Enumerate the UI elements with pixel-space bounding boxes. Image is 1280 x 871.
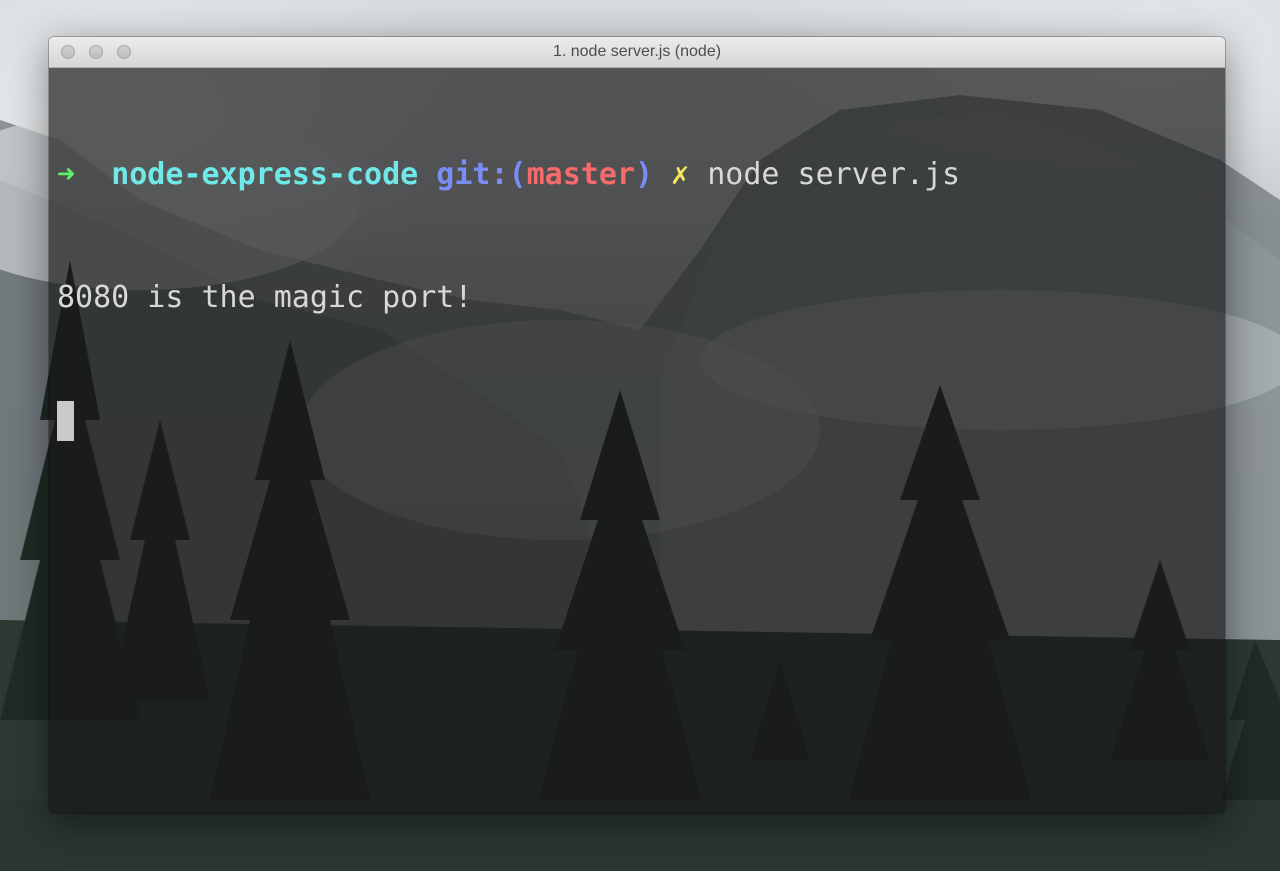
prompt-arrow-icon: ➜ — [57, 157, 76, 192]
prompt-git-branch: master — [526, 157, 635, 192]
terminal-window[interactable]: 1. node server.js (node) ➜ node-express-… — [49, 37, 1225, 813]
window-titlebar[interactable]: 1. node server.js (node) — [49, 37, 1225, 68]
window-title: 1. node server.js (node) — [552, 43, 722, 60]
prompt-directory: node-express-code — [111, 157, 419, 192]
terminal-content[interactable]: ➜ node-express-code git:(master) ✗ node … — [49, 68, 1225, 813]
terminal-cursor — [57, 401, 74, 441]
cursor-line[interactable] — [57, 400, 1225, 441]
prompt-line: ➜ node-express-code git:(master) ✗ node … — [57, 154, 1225, 195]
output-line: 8080 is the magic port! — [57, 280, 473, 315]
prompt-dirty-marker-icon: ✗ — [671, 157, 690, 192]
prompt-git-suffix: ) — [634, 157, 654, 192]
prompt-git-prefix: git:( — [436, 157, 527, 192]
prompt-command: node server.js — [707, 157, 961, 192]
